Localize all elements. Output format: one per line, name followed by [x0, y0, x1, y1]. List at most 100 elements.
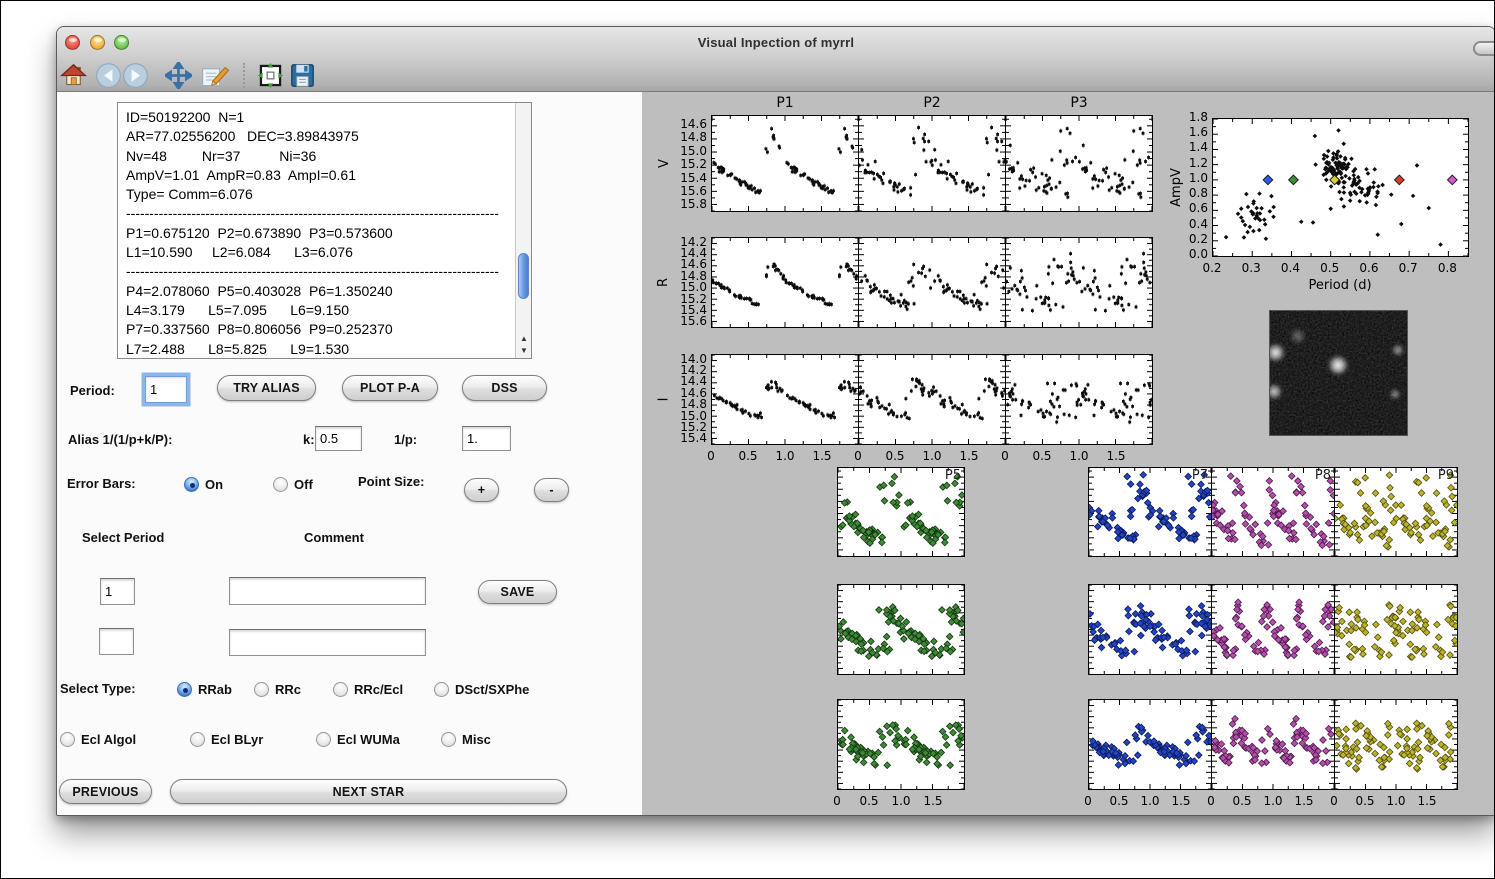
- toolbar-separator: [243, 63, 245, 88]
- tick-label: 0: [823, 794, 851, 808]
- plot-p1-i[interactable]: [711, 354, 859, 445]
- plot-canvas: [712, 238, 858, 327]
- tick-label: 1.0: [1259, 794, 1287, 808]
- tick-label: 15.4: [673, 431, 707, 445]
- plot-p7-v[interactable]: P7: [1088, 467, 1212, 557]
- plot-p9-i[interactable]: [1334, 699, 1458, 790]
- radio-rrc[interactable]: RRc: [254, 682, 301, 697]
- save-button[interactable]: SAVE: [478, 580, 557, 604]
- k-input[interactable]: [315, 426, 362, 451]
- select-period-label: Select Period: [82, 530, 164, 545]
- plot-p3-r[interactable]: [1005, 237, 1153, 328]
- radio-ecl-algol[interactable]: Ecl Algol: [60, 732, 136, 747]
- plot-p5-v[interactable]: P5: [837, 467, 965, 557]
- plot-p2-i[interactable]: [858, 354, 1006, 445]
- previous-button[interactable]: PREVIOUS: [59, 779, 152, 804]
- plot-p2-v[interactable]: [858, 115, 1006, 212]
- plot-p3-i[interactable]: [1005, 354, 1153, 445]
- radio-icon[interactable]: [177, 682, 192, 697]
- pan-icon[interactable]: [165, 62, 192, 89]
- plot-canvas: [712, 116, 858, 211]
- plot-p1-v[interactable]: [711, 115, 859, 212]
- select-type-label: Select Type:: [60, 681, 136, 696]
- radio-ecl-wuma[interactable]: Ecl WUMa: [316, 732, 400, 747]
- next-star-button[interactable]: NEXT STAR: [170, 779, 567, 804]
- plot-canvas: [1089, 585, 1211, 674]
- select-period-input-2[interactable]: [99, 628, 134, 655]
- plot-p9-r[interactable]: [1334, 584, 1458, 675]
- screenshot-frame: Visual Inpection of myrrl: [0, 0, 1495, 879]
- plot-p8-i[interactable]: [1211, 699, 1335, 790]
- plot-p5-r[interactable]: [837, 584, 965, 675]
- plot-p7-i[interactable]: [1088, 699, 1212, 790]
- radio-icon[interactable]: [441, 732, 456, 747]
- radio-ecl-blyr[interactable]: Ecl BLyr: [190, 732, 263, 747]
- plot-canvas: [859, 238, 1005, 327]
- try-alias-button[interactable]: TRY ALIAS: [217, 375, 316, 401]
- plot-title-p3: P3: [1005, 95, 1153, 111]
- plot-p1-r[interactable]: [711, 237, 859, 328]
- radio-rrab[interactable]: RRab: [177, 682, 232, 697]
- edit-icon[interactable]: [199, 62, 231, 89]
- plot-canvas: [1335, 585, 1457, 674]
- titlebar[interactable]: Visual Inpection of myrrl: [57, 27, 1495, 92]
- scroll-down-icon[interactable]: ▼: [516, 344, 532, 357]
- plot-p8-v[interactable]: P8: [1211, 467, 1335, 557]
- tick-label: 0.4: [1276, 261, 1304, 275]
- plot-canvas: [1335, 700, 1457, 789]
- radio-dsct-sxphe[interactable]: DSct/SXPhe: [434, 682, 529, 697]
- radio-error-on[interactable]: On: [184, 477, 223, 492]
- radio-icon[interactable]: [60, 732, 75, 747]
- radio-error-off[interactable]: Off: [273, 477, 313, 492]
- plot-p3-v[interactable]: [1005, 115, 1153, 212]
- plot-canvas: [1006, 116, 1152, 211]
- radio-rrc-ecl[interactable]: RRc/Ecl: [333, 682, 403, 697]
- radio-icon[interactable]: [184, 477, 199, 492]
- save-icon[interactable]: [288, 62, 317, 89]
- info-scrollbar[interactable]: ▲ ▼: [515, 103, 531, 358]
- tick-label: 1.0: [1382, 794, 1410, 808]
- plot-p5-i[interactable]: [837, 699, 965, 790]
- home-icon[interactable]: [60, 62, 87, 89]
- scrollbar-thumb[interactable]: [518, 253, 529, 299]
- comment-input-2[interactable]: [229, 629, 426, 656]
- plot-canvas: [1212, 700, 1334, 789]
- tick-label: 0.0: [1176, 247, 1208, 261]
- radio-icon[interactable]: [434, 682, 449, 697]
- radio-icon[interactable]: [254, 682, 269, 697]
- dss-starfield: [1270, 311, 1408, 436]
- tick-label: 1.5: [919, 794, 947, 808]
- plot-p7-r[interactable]: [1088, 584, 1212, 675]
- forward-icon[interactable]: [122, 62, 149, 89]
- invp-input[interactable]: [462, 426, 511, 451]
- plot-label-p8: P8: [1315, 468, 1331, 483]
- radio-icon[interactable]: [190, 732, 205, 747]
- radio-icon[interactable]: [333, 682, 348, 697]
- plot-p8-r[interactable]: [1211, 584, 1335, 675]
- point-size-plus-button[interactable]: +: [464, 478, 499, 502]
- radio-icon[interactable]: [273, 477, 288, 492]
- toolbar-toggle-button[interactable]: [1473, 41, 1495, 56]
- window-title: Visual Inpection of myrrl: [57, 35, 1495, 50]
- point-size-minus-button[interactable]: -: [534, 478, 569, 502]
- zoom-to-rect-icon[interactable]: [257, 62, 284, 89]
- tick-label: 0.4: [1176, 217, 1208, 231]
- select-period-input-1[interactable]: [100, 578, 135, 605]
- period-input[interactable]: [145, 376, 187, 403]
- plot-p2-r[interactable]: [858, 237, 1006, 328]
- radio-icon[interactable]: [316, 732, 331, 747]
- back-icon[interactable]: [95, 62, 122, 89]
- control-panel: ID=50192200 N=1 AR=77.02556200 DEC=3.898…: [57, 92, 642, 816]
- tick-label: 0.6: [1176, 201, 1208, 215]
- plot-p9-v[interactable]: P9: [1334, 467, 1458, 557]
- tick-label: 1.2: [1176, 156, 1208, 170]
- radio-misc[interactable]: Misc: [441, 732, 491, 747]
- plot-period-amplitude[interactable]: [1212, 118, 1469, 257]
- plot-pa-button[interactable]: PLOT P-A: [342, 375, 438, 401]
- star-info-box[interactable]: ID=50192200 N=1 AR=77.02556200 DEC=3.898…: [117, 102, 532, 359]
- dss-button[interactable]: DSS: [462, 375, 547, 401]
- alias-label: Alias 1/(1/p+k/P):: [68, 432, 172, 447]
- tick-label: 0: [1074, 794, 1102, 808]
- comment-input-1[interactable]: [229, 577, 426, 605]
- tick-label: 0.5: [734, 449, 762, 463]
